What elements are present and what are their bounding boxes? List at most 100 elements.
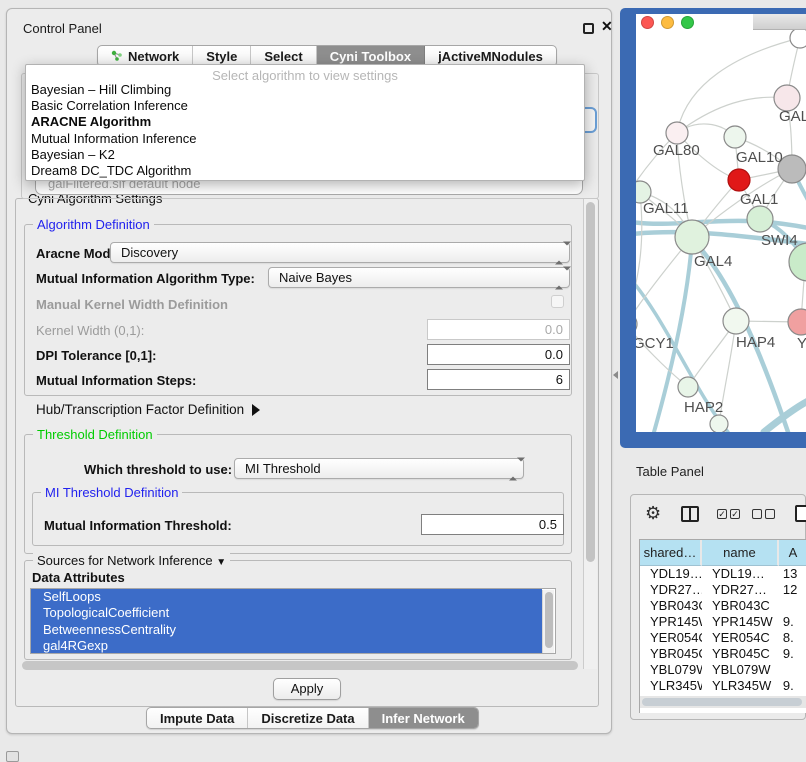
dropdown-item-basic-correlation[interactable]: Basic Correlation Inference [26,98,584,114]
svg-text:HAP4: HAP4 [736,334,775,351]
table-row[interactable]: YER054CYER054C8. [640,630,806,646]
tab-jactivemnodules[interactable]: jActiveMNodules [425,46,556,66]
table-row[interactable]: YDR27…YDR27…12 [640,582,806,598]
table-cell[interactable] [779,598,806,614]
table-cell[interactable]: 9. [779,614,806,630]
list-item-topologicalcoefficient[interactable]: TopologicalCoefficient [31,605,542,621]
table-cell[interactable]: YLR345W [640,678,702,694]
tab-cyni-toolbox[interactable]: Cyni Toolbox [317,46,425,66]
table-cell[interactable]: 13 [779,566,806,582]
table-cell[interactable]: YDL19… [702,566,779,582]
network-canvas[interactable]: GALGAL80GAL10GAL1GAL11GAL4SWI4GCY1HAP4YH… [636,14,806,432]
close-traffic-light-icon[interactable] [641,16,654,29]
table-row[interactable]: YBR043CYBR043C [640,598,806,614]
mi-type-combobox[interactable]: Naive Bayes [268,267,570,288]
checked-box-icon: ✓ [717,509,727,519]
mi-type-value: Naive Bayes [279,270,352,285]
stepper-icon [555,243,563,262]
table-row[interactable]: YPR145WYPR145W9. [640,614,806,630]
svg-text:GAL80: GAL80 [653,142,700,159]
stepper-icon [509,459,517,478]
table-cell[interactable]: YPR145W [702,614,779,630]
dropdown-item-aracne[interactable]: ARACNE Algorithm [26,114,584,130]
list-vertical-scrollbar[interactable] [542,590,554,654]
minimize-traffic-light-icon[interactable] [661,16,674,29]
table-cell[interactable]: 9. [779,678,806,694]
tab-infer-network[interactable]: Infer Network [369,708,478,728]
table-cell[interactable]: YER054C [702,630,779,646]
table-cell[interactable]: YBR045C [640,646,702,662]
svg-text:GAL: GAL [779,108,806,125]
list-item-betweennesscentrality[interactable]: BetweennessCentrality [31,622,542,638]
gear-icon[interactable]: ⚙ [645,503,661,524]
kernel-width-label: Kernel Width (0,1): [36,323,144,338]
tab-style[interactable]: Style [193,46,251,66]
close-icon[interactable]: ✕ [601,18,613,35]
table-cell[interactable]: YDR27… [640,582,702,598]
table-cell[interactable]: YER054C [640,630,702,646]
mi-threshold-field[interactable]: 0.5 [421,514,564,535]
dropdown-item-dream8[interactable]: Dream8 DC_TDC Algorithm [26,163,584,179]
dropdown-item-bayesian-k2[interactable]: Bayesian – K2 [26,147,584,163]
svg-text:HAP2: HAP2 [684,399,723,416]
settings-vscrollbar-thumb[interactable] [586,202,595,562]
table-row[interactable]: YLR345WYLR345W9. [640,678,806,694]
list-item-selfloops[interactable]: SelfLoops [31,589,542,605]
split-view-icon[interactable] [681,506,699,522]
table-row[interactable]: YDL19…YDL19…13 [640,566,806,582]
dpi-tolerance-field[interactable]: 0.0 [427,344,570,365]
deselect-all-icon[interactable] [752,509,775,519]
table-cell[interactable]: YBL079W [702,662,779,678]
hub-tf-definition-toggle[interactable]: Hub/Transcription Factor Definition [36,402,260,417]
tab-network[interactable]: Network [98,46,193,66]
table-cell[interactable]: YBR045C [702,646,779,662]
scrollbar-thumb[interactable] [642,698,802,706]
tab-discretize-data[interactable]: Discretize Data [248,708,368,728]
sources-group-title[interactable]: Sources for Network Inference ▼ [33,553,230,568]
collapsed-panel-icon[interactable] [6,751,19,762]
list-item-gal4rgexp[interactable]: gal4RGexp [31,638,542,654]
table-panel-window: ⚙ ✓✓ shared… name A YDL19…YDL19…13YDR27…… [630,494,806,720]
manual-kernel-checkbox[interactable] [551,295,564,308]
table-cell[interactable] [779,662,806,678]
select-all-icon[interactable]: ✓✓ [717,509,740,519]
column-header-shared-name[interactable]: shared… [640,540,702,566]
table-cell[interactable]: YPR145W [640,614,702,630]
network-view-window: GALGAL80GAL10GAL1GAL11GAL4SWI4GCY1HAP4YH… [620,8,806,448]
table-cell[interactable]: YBR043C [702,598,779,614]
dropdown-item-bayesian-hill-climbing[interactable]: Bayesian – Hill Climbing [26,82,584,98]
table-row[interactable]: YBR045CYBR045C9. [640,646,806,662]
which-threshold-combobox[interactable]: MI Threshold [234,458,524,479]
aracne-mode-combobox[interactable]: Discovery [110,242,570,263]
float-window-icon[interactable] [583,23,594,34]
table-cell[interactable]: YDL19… [640,566,702,582]
column-header-name[interactable]: name [702,540,779,566]
panel-splitter-handle[interactable] [613,371,618,379]
table-cell[interactable]: 9. [779,646,806,662]
tab-impute-data[interactable]: Impute Data [147,708,248,728]
tab-select[interactable]: Select [251,46,316,66]
data-attributes-list[interactable]: SelfLoops TopologicalCoefficient Between… [30,588,556,654]
settings-hscrollbar-thumb[interactable] [22,661,578,670]
which-threshold-label: Which threshold to use: [84,462,232,477]
new-column-icon[interactable] [795,505,806,522]
scrollbar-thumb[interactable] [545,592,553,648]
apply-button[interactable]: Apply [273,678,341,700]
table-cell[interactable]: 12 [779,582,806,598]
dropdown-item-mutual-information[interactable]: Mutual Information Inference [26,131,584,147]
table-horizontal-scrollbar[interactable] [640,696,806,708]
manual-kernel-label: Manual Kernel Width Definition [36,297,228,312]
column-header-partial[interactable]: A [779,540,806,566]
algorithm-dropdown-popup: Select algorithm to view settings Bayesi… [25,64,585,181]
table-cell[interactable]: YBR043C [640,598,702,614]
kernel-width-field[interactable]: 0.0 [427,319,570,340]
table-body: YDL19…YDL19…13YDR27…YDR27…12YBR043CYBR04… [640,566,806,710]
table-cell[interactable]: YLR345W [702,678,779,694]
mi-steps-field[interactable]: 6 [427,369,570,390]
zoom-traffic-light-icon[interactable] [681,16,694,29]
table-cell[interactable]: 8. [779,630,806,646]
table-cell[interactable]: YBL079W [640,662,702,678]
table-cell[interactable]: YDR27… [702,582,779,598]
background-window-bar [753,14,806,30]
table-row[interactable]: YBL079WYBL079W [640,662,806,678]
